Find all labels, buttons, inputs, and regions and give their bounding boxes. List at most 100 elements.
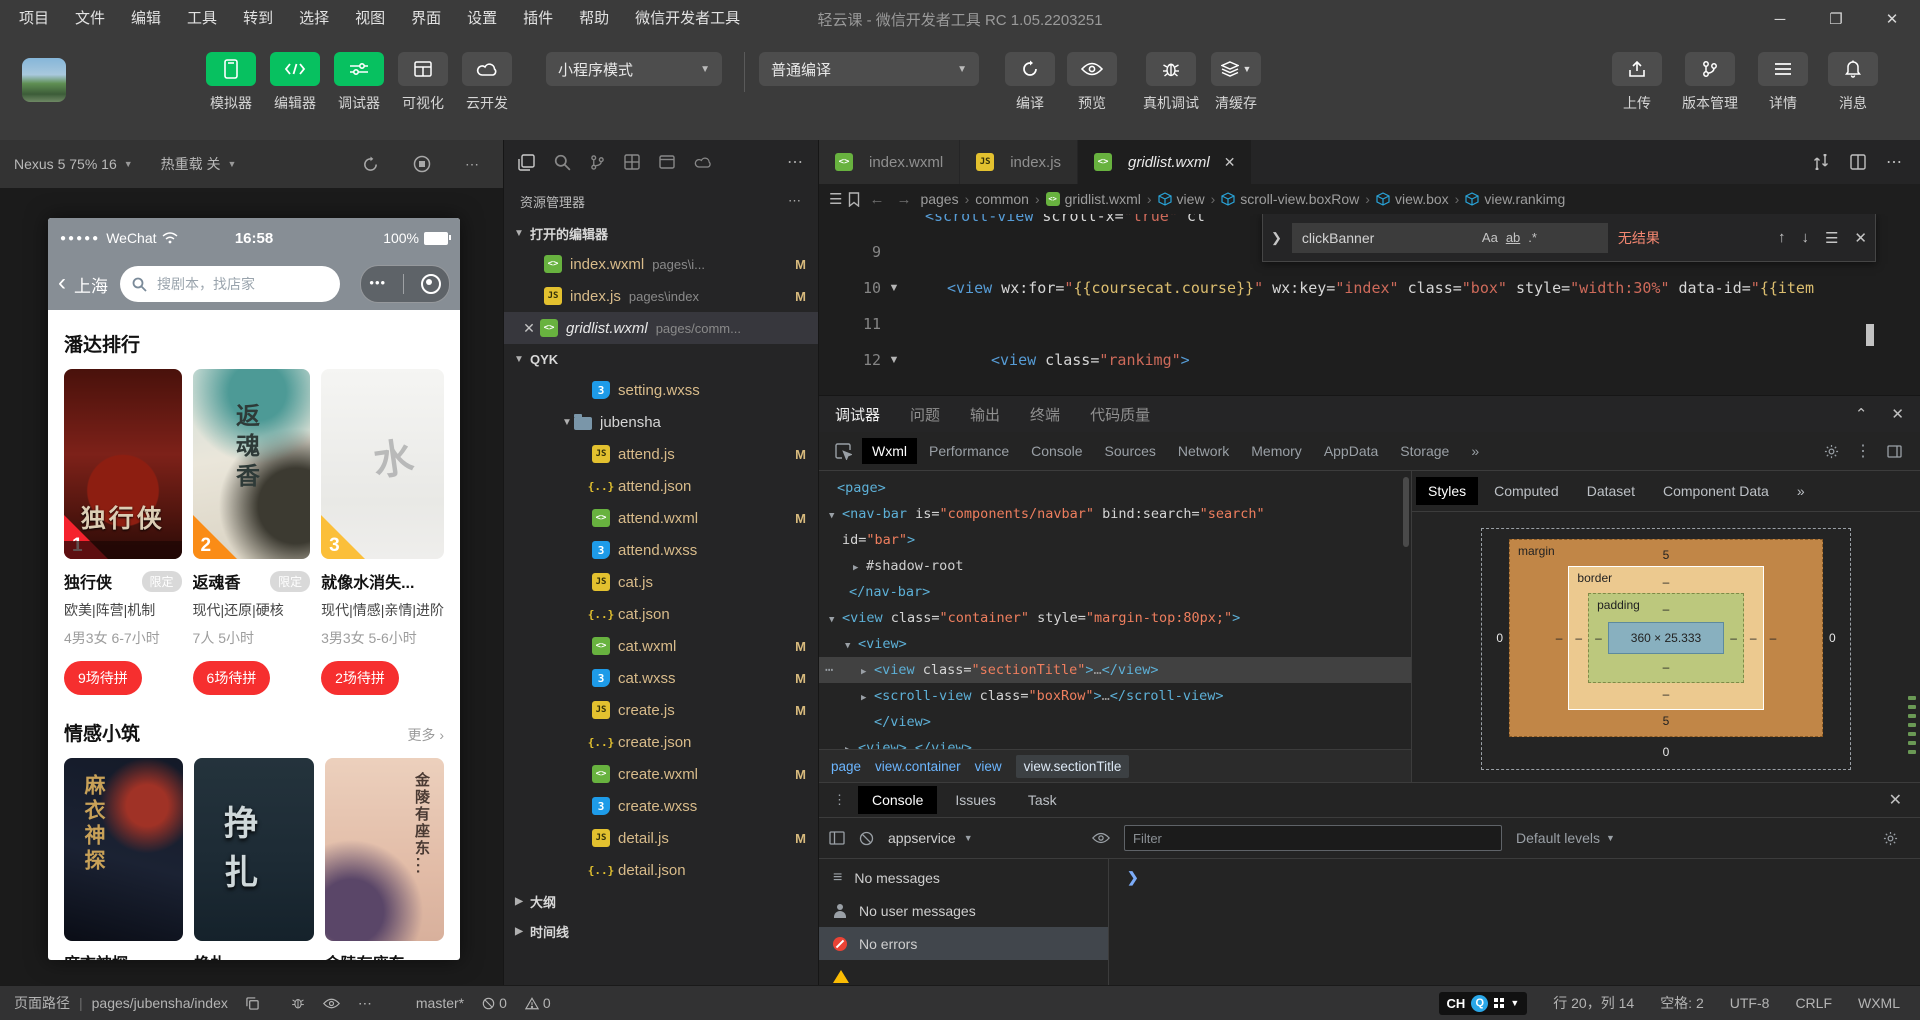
error-count[interactable]: 0 (473, 995, 516, 1011)
preview-button[interactable]: 预览 (1067, 52, 1117, 113)
menu-interface[interactable]: 界面 (398, 0, 454, 38)
cover-image[interactable]: 水 3 (321, 369, 444, 559)
devtools-tab-wxml[interactable]: Wxml (862, 438, 917, 464)
console-filter-input[interactable] (1124, 825, 1502, 851)
page-path-value[interactable]: pages/jubensha/index (83, 995, 237, 1011)
debug-icon[interactable] (282, 996, 314, 1010)
menu-tools[interactable]: 工具 (174, 0, 230, 38)
close-icon[interactable]: ✕ (1854, 229, 1867, 247)
content-box[interactable]: 360 × 25.333 (1608, 622, 1724, 654)
match-case-icon[interactable]: Aa (1482, 230, 1498, 245)
file-row[interactable]: create.wxml M (504, 758, 818, 790)
outline-list-icon[interactable]: ☰ (829, 190, 842, 208)
log-levels-select[interactable]: Default levels ▼ (1516, 830, 1615, 846)
stop-icon[interactable] (413, 155, 431, 173)
project-avatar[interactable] (22, 58, 66, 102)
tab-index-js[interactable]: index.js (960, 140, 1078, 184)
git-branch-icon[interactable] (590, 154, 605, 171)
more-icon[interactable]: ⋯ (787, 152, 804, 172)
tab-index-wxml[interactable]: index.wxml (819, 140, 960, 184)
cover-image[interactable]: 返魂香 2 (193, 369, 311, 559)
cover-image[interactable]: 金陵有座东... (325, 758, 444, 941)
minimize-button[interactable]: ─ (1752, 0, 1808, 38)
inspect-element-icon[interactable] (835, 443, 852, 460)
tab-component-data[interactable]: Component Data (1651, 477, 1781, 505)
pending-games-badge[interactable]: 9场待拼 (64, 661, 142, 695)
breadcrumb-item[interactable]: view.container (875, 759, 961, 774)
padding-box[interactable]: padding – – 360 × 25.333 – – (1588, 593, 1744, 683)
next-match-icon[interactable]: ↓ (1801, 229, 1809, 246)
restart-icon[interactable] (362, 156, 379, 173)
find-in-selection-icon[interactable]: ☰ (1825, 229, 1838, 247)
copy-icon[interactable] (237, 997, 268, 1010)
script-card[interactable]: 挣扎 挣扎 (194, 758, 313, 960)
menu-file[interactable]: 文件 (62, 0, 118, 38)
clear-console-icon[interactable] (859, 831, 874, 846)
messages-button[interactable]: 消息 (1828, 52, 1878, 113)
cursor-position[interactable]: 行 20，列 14 (1553, 993, 1634, 1013)
tab-terminal[interactable]: 终端 (1030, 404, 1060, 425)
tab-problems[interactable]: 问题 (910, 404, 940, 425)
border-box[interactable]: border – – padding – – (1568, 566, 1763, 710)
window-icon[interactable] (659, 155, 675, 169)
project-section[interactable]: ▼ QYK (504, 344, 818, 374)
menu-help[interactable]: 帮助 (566, 0, 622, 38)
file-row[interactable]: attend.json (504, 470, 818, 502)
tab-issues[interactable]: Issues (941, 786, 1009, 814)
visualization-toggle-button[interactable]: 可视化 (398, 52, 448, 113)
tab-console[interactable]: Console (858, 786, 937, 814)
selected-element-row[interactable]: ⋯▶<view class="sectionTitle">…</view> (819, 657, 1411, 683)
devtools-tab-storage[interactable]: Storage (1390, 438, 1459, 464)
details-button[interactable]: 详情 (1758, 52, 1808, 113)
more-tabs-icon[interactable]: » (1461, 438, 1489, 464)
filter-all-messages[interactable]: ≡ No messages (819, 861, 1108, 894)
more-icon[interactable]: ⋯ (788, 193, 802, 209)
clear-cache-button[interactable]: ▼ 清缓存 (1211, 52, 1261, 113)
split-editor-icon[interactable] (1850, 154, 1866, 170)
bookmark-icon[interactable] (848, 192, 860, 207)
close-icon[interactable]: ✕ (1891, 405, 1904, 423)
eye-icon[interactable] (1092, 832, 1110, 844)
editor-toggle-button[interactable]: 编辑器 (270, 52, 320, 113)
gear-icon[interactable] (1883, 831, 1910, 846)
indentation-setting[interactable]: 空格: 2 (1660, 993, 1704, 1013)
close-icon[interactable]: ✕ (1889, 790, 1914, 810)
close-icon[interactable]: ✕ (518, 320, 540, 337)
encoding-setting[interactable]: UTF-8 (1730, 995, 1770, 1011)
file-row[interactable]: detail.js M (504, 822, 818, 854)
console-output[interactable]: ❯ (1109, 859, 1920, 988)
breadcrumb-item[interactable]: view.box (1376, 191, 1449, 207)
drag-handle-icon[interactable]: ⋮ (833, 792, 846, 808)
filter-warnings[interactable] (819, 960, 1108, 988)
city-label[interactable]: 上海 (74, 272, 108, 297)
file-row[interactable]: attend.js M (504, 438, 818, 470)
fold-chevron-icon[interactable]: ▼ (881, 342, 907, 378)
script-card[interactable]: 返魂香 2 返魂香 限定 现代|还原|硬核 7人 5小时 6场待拼 (193, 369, 311, 695)
cloud-dev-button[interactable]: 云开发 (462, 52, 512, 113)
filter-errors[interactable]: No errors (819, 927, 1108, 960)
script-card[interactable]: 金陵有座东... 金陵有座东... (325, 758, 444, 960)
version-control-button[interactable]: 版本管理 (1682, 52, 1738, 113)
open-editor-item[interactable]: index.js pages\index M (504, 280, 818, 312)
compile-button[interactable]: 编译 (1005, 52, 1055, 113)
menu-settings[interactable]: 设置 (454, 0, 510, 38)
twisty-right-icon[interactable]: ▶ (861, 659, 874, 685)
devtools-tab-network[interactable]: Network (1168, 438, 1239, 464)
menu-edit[interactable]: 编辑 (118, 0, 174, 38)
menu-view[interactable]: 视图 (342, 0, 398, 38)
file-row[interactable]: create.wxss (504, 790, 818, 822)
file-row[interactable]: detail.json (504, 854, 818, 886)
remote-debug-button[interactable]: 真机调试 (1143, 52, 1199, 113)
breadcrumb-item[interactable]: pages (920, 191, 958, 207)
eol-setting[interactable]: CRLF (1795, 995, 1832, 1011)
tab-computed[interactable]: Computed (1482, 477, 1571, 505)
margin-box[interactable]: margin 5 – border – – (1509, 539, 1823, 737)
debugger-toggle-button[interactable]: 调试器 (334, 52, 384, 113)
fold-chevron-icon[interactable]: ▼ (881, 270, 907, 306)
pending-games-badge[interactable]: 6场待拼 (193, 661, 271, 695)
file-row[interactable]: cat.wxss M (504, 662, 818, 694)
file-row[interactable]: cat.wxml M (504, 630, 818, 662)
tab-dataset[interactable]: Dataset (1575, 477, 1647, 505)
open-editor-item-active[interactable]: ✕ gridlist.wxml pages/comm... (504, 312, 818, 344)
cloud-icon[interactable] (694, 156, 712, 169)
